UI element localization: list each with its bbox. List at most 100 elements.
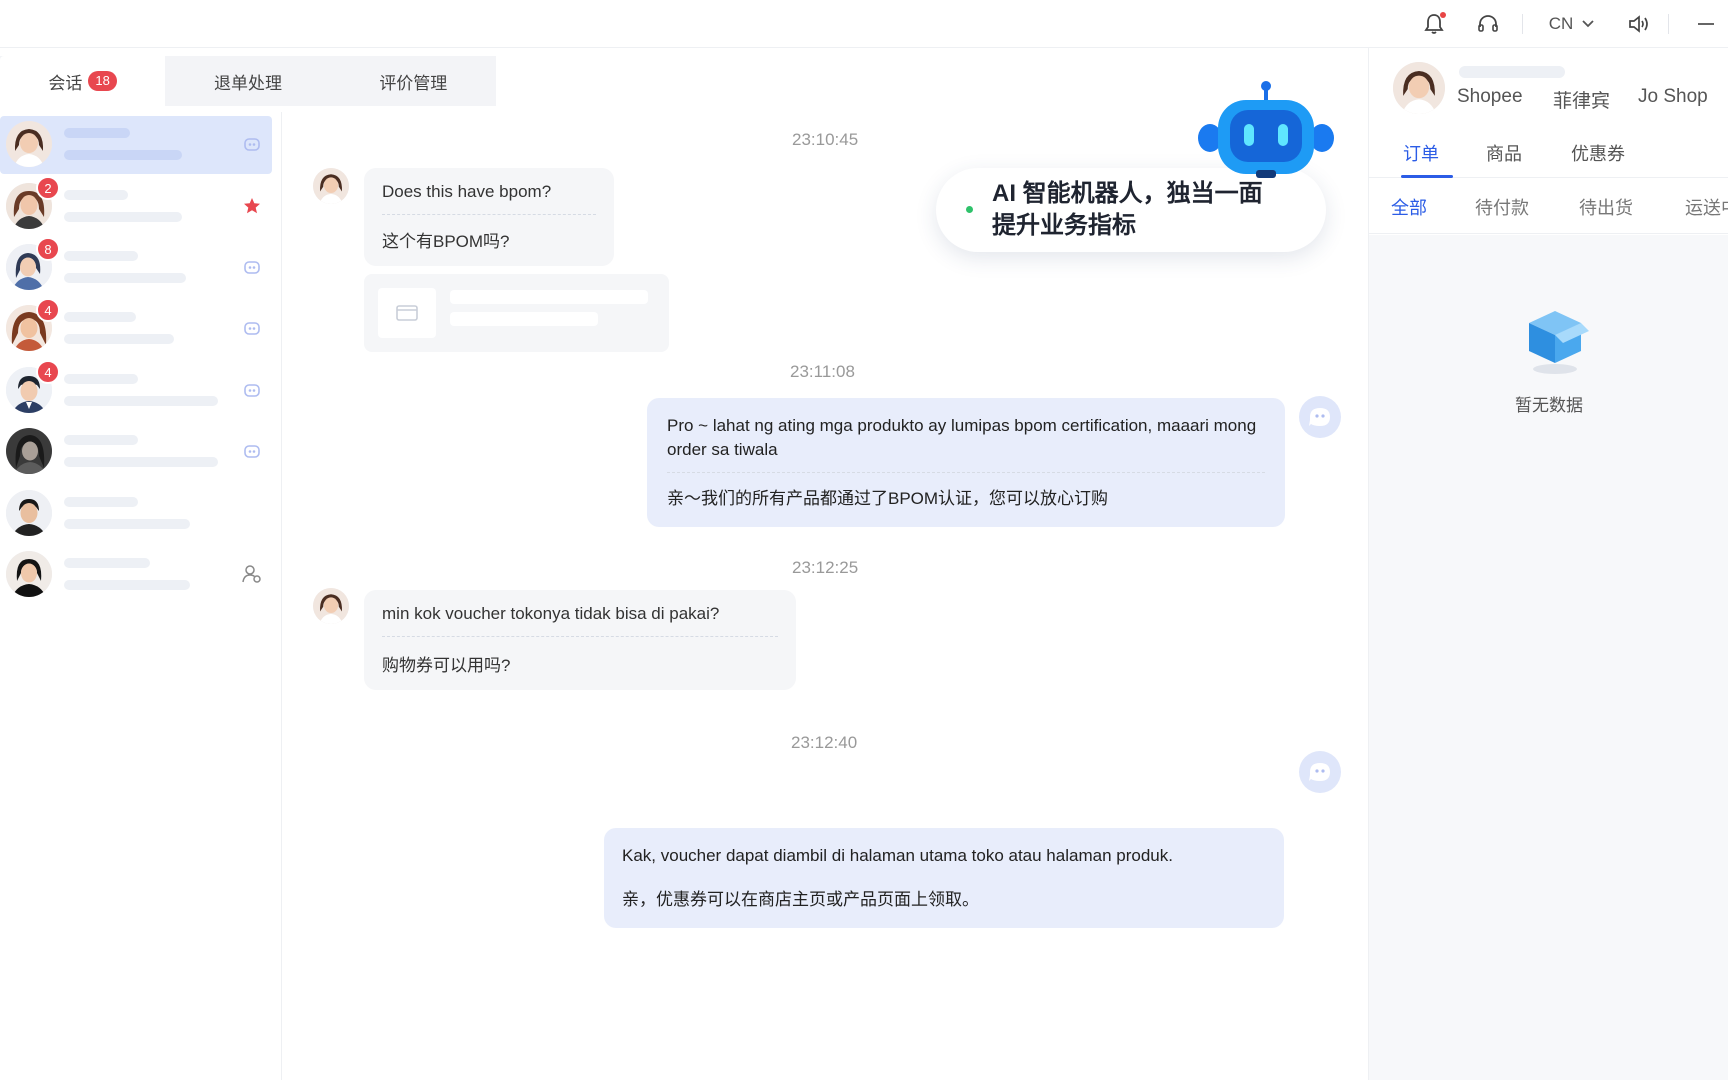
avatar <box>6 121 52 167</box>
robot-mascot-icon <box>1198 81 1334 178</box>
message-original-text: Kak, voucher dapat diambil di halaman ut… <box>622 846 1173 865</box>
tab-conversations[interactable]: 会话 18 <box>0 56 166 106</box>
user-settings-icon[interactable] <box>242 564 262 584</box>
tab-products[interactable]: 商品 <box>1486 140 1522 166</box>
ai-banner-text: AI 智能机器人，独当一面 提升业务指标 <box>992 178 1312 242</box>
sound-button[interactable] <box>1622 0 1656 48</box>
empty-box-icon <box>1529 311 1589 374</box>
customer-message: Does this have bpom? 这个有BPOM吗? <box>364 168 614 266</box>
unread-count-badge: 18 <box>88 71 117 91</box>
message-time: 23:12:25 <box>792 558 859 577</box>
agent-message: Pro ~ lahat ng ating mga produkto ay lum… <box>647 398 1285 527</box>
bot-status-icon <box>242 134 262 154</box>
bot-status-icon <box>242 441 262 461</box>
preview-placeholder <box>64 396 218 406</box>
customer-avatar <box>313 168 349 204</box>
conversation-item[interactable] <box>0 116 272 174</box>
message-translation-text: 购物券可以用吗? <box>382 656 511 675</box>
unread-badge: 4 <box>36 360 60 384</box>
conversation-item[interactable]: 2 <box>0 176 272 236</box>
conversation-item[interactable] <box>0 423 272 481</box>
name-placeholder <box>64 374 138 384</box>
name-placeholder <box>64 128 130 138</box>
translation-divider <box>382 636 778 637</box>
tab-reviews[interactable]: 评价管理 <box>331 56 496 106</box>
name-placeholder <box>64 312 136 322</box>
tab-label: 会话 <box>48 73 83 93</box>
notification-button[interactable] <box>1418 0 1450 48</box>
chat-panel: 23:10:45 Does this have bpom? 这个有BPOM吗? … <box>283 106 1368 1080</box>
message-original-text: Does this have bpom? <box>382 182 552 201</box>
minimize-button[interactable] <box>1690 0 1722 48</box>
bot-avatar <box>1299 751 1341 793</box>
language-select[interactable]: CN <box>1536 0 1608 48</box>
star-icon[interactable] <box>242 196 262 216</box>
avatar <box>6 490 52 536</box>
customer-avatar <box>1393 62 1445 114</box>
headset-icon <box>1478 15 1498 32</box>
conversation-list: 2 8 4 4 <box>0 112 282 1080</box>
tab-orders[interactable]: 订单 <box>1403 140 1439 166</box>
tab-coupons[interactable]: 优惠券 <box>1571 140 1625 166</box>
notification-dot <box>1440 12 1446 18</box>
translation-divider <box>667 472 1265 473</box>
conversation-item[interactable] <box>0 546 272 604</box>
conversation-item[interactable] <box>0 485 272 543</box>
preview-placeholder <box>64 150 182 160</box>
ai-banner-line1: AI 智能机器人，独当一面 <box>992 180 1263 207</box>
tab-label: 评价管理 <box>379 73 448 93</box>
avatar <box>6 551 52 597</box>
status-dot <box>966 206 973 213</box>
platform-label: Shopee <box>1457 86 1523 107</box>
message-original-text: min kok voucher tokonya tidak bisa di pa… <box>382 604 720 623</box>
product-image <box>378 288 436 338</box>
translation-divider <box>382 214 596 215</box>
name-placeholder <box>64 558 150 568</box>
product-price-placeholder <box>450 312 598 326</box>
tab-refunds[interactable]: 退单处理 <box>165 56 330 106</box>
tab-label: 退单处理 <box>213 73 282 93</box>
avatar <box>6 428 52 474</box>
customer-avatar <box>313 588 349 624</box>
image-placeholder-icon <box>396 305 418 321</box>
unread-badge: 8 <box>36 237 60 261</box>
message-original-text: Pro ~ lahat ng ating mga produkto ay lum… <box>667 416 1257 459</box>
minimize-icon <box>1698 23 1714 25</box>
empty-state-text: 暂无数据 <box>1515 396 1583 415</box>
preview-placeholder <box>64 334 174 344</box>
preview-placeholder <box>64 457 218 467</box>
shop-label: Jo Shop <box>1638 86 1708 107</box>
orders-content: 暂无数据 <box>1369 235 1728 1080</box>
bot-status-icon <box>242 380 262 400</box>
topbar-divider <box>1668 14 1669 34</box>
customer-message: min kok voucher tokonya tidak bisa di pa… <box>364 590 796 690</box>
country-label: 菲律宾 <box>1553 91 1611 112</box>
bot-avatar <box>1299 396 1341 438</box>
unread-badge: 4 <box>36 298 60 322</box>
ai-promo-banner: AI 智能机器人，独当一面 提升业务指标 <box>936 168 1326 252</box>
preview-placeholder <box>64 273 186 283</box>
message-translation-text: 亲～我们的所有产品都通过了BPOM认证，您可以放心订购 <box>667 489 1109 508</box>
chevron-down-icon <box>1582 20 1594 28</box>
conversation-item[interactable]: 4 <box>0 298 272 358</box>
bot-status-icon <box>242 318 262 338</box>
support-button[interactable] <box>1472 0 1504 48</box>
subtab-shipping[interactable]: 运送中 <box>1685 194 1728 220</box>
bot-status-icon <box>242 257 262 277</box>
subtab-all[interactable]: 全部 <box>1391 194 1427 220</box>
conversation-item[interactable]: 4 <box>0 360 272 420</box>
subtab-pending-payment[interactable]: 待付款 <box>1475 194 1529 220</box>
product-card[interactable] <box>364 274 669 352</box>
customer-info-panel: Shopee 菲律宾 Jo Shop 订单 商品 优惠券 全部 待付款 待出货 … <box>1368 48 1728 1080</box>
customer-name-placeholder <box>1459 66 1565 78</box>
preview-placeholder <box>64 212 182 222</box>
language-label: CN <box>1548 14 1574 33</box>
speaker-icon <box>1629 15 1648 33</box>
conversation-item[interactable]: 8 <box>0 237 272 297</box>
message-time: 23:11:08 <box>790 362 855 381</box>
message-time: 23:12:40 <box>791 733 858 752</box>
subtab-to-ship[interactable]: 待出货 <box>1579 194 1633 220</box>
preview-placeholder <box>64 519 190 529</box>
agent-message: Kak, voucher dapat diambil di halaman ut… <box>604 828 1284 928</box>
name-placeholder <box>64 251 138 261</box>
